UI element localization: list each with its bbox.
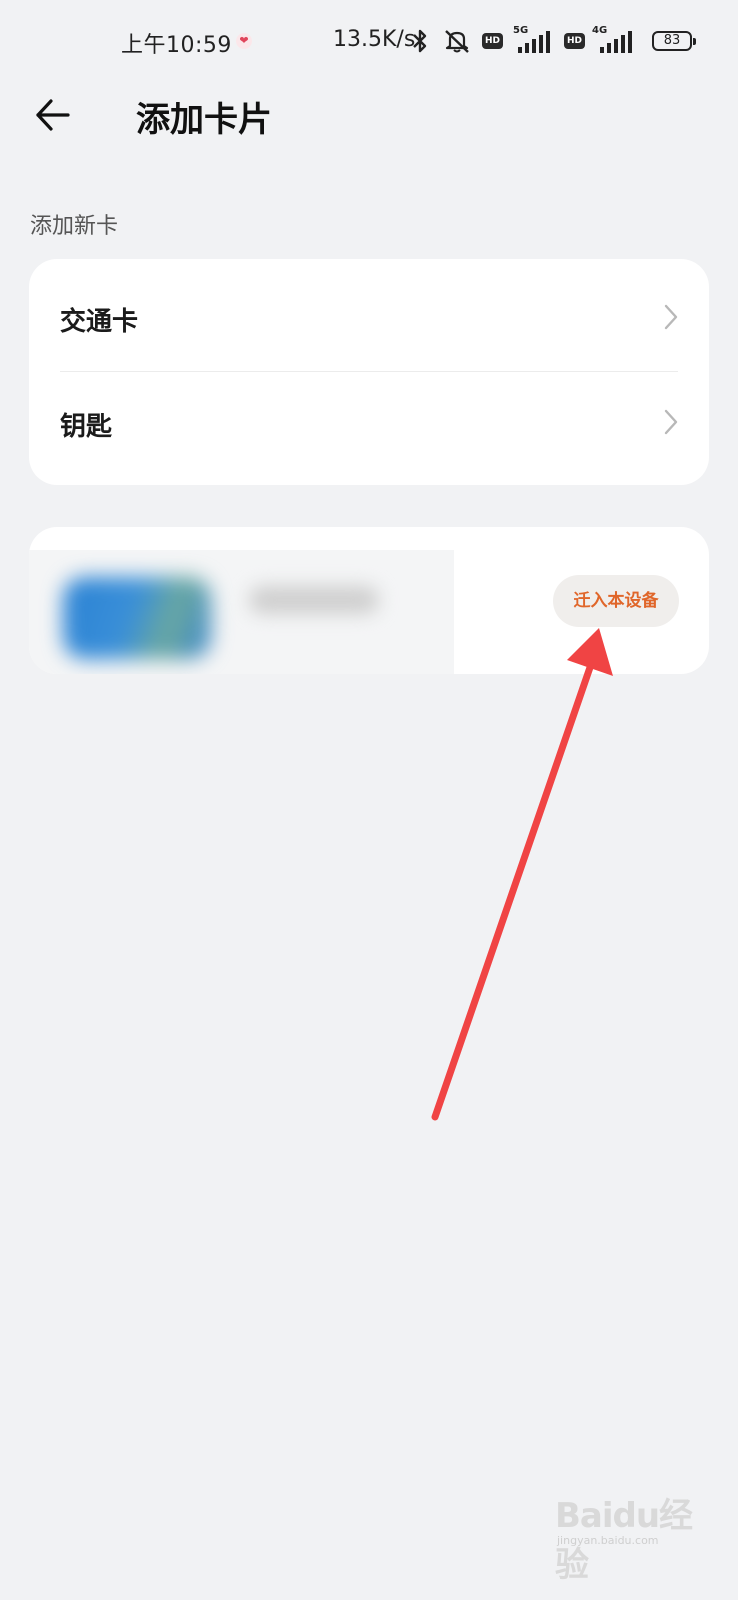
add-card-list: 交通卡 钥匙 [29, 259, 709, 485]
heart-icon: ❤ [236, 33, 252, 49]
migrate-to-device-button[interactable]: 迁入本设备 [553, 575, 679, 627]
watermark-url: jingyan.baidu.com [557, 1534, 659, 1547]
bluetooth-icon [413, 29, 427, 53]
signal-bars-icon [518, 31, 550, 53]
card-name-redacted [249, 586, 379, 614]
signal-bars-icon [600, 31, 632, 53]
battery-icon: 83 [652, 31, 696, 51]
battery-level: 83 [663, 33, 681, 48]
section-label-add-new-card: 添加新卡 [30, 214, 119, 239]
status-time: 上午10:59 [121, 33, 232, 58]
chevron-right-icon [664, 409, 678, 435]
list-item-label: 交通卡 [60, 307, 139, 337]
hd-badge: HD [564, 33, 585, 49]
list-item-transit-card[interactable]: 交通卡 [29, 267, 709, 371]
annotation-arrow [431, 628, 613, 1121]
list-item-label: 钥匙 [60, 412, 113, 442]
status-bar: 上午10:59 ❤ 13.5K/s HD 5G HD 4G 83 [0, 0, 738, 84]
arrow-left-icon[interactable] [34, 96, 72, 134]
hd-badge: HD [482, 33, 503, 49]
chevron-right-icon [664, 304, 678, 330]
page-title: 添加卡片 [136, 100, 272, 140]
list-item-key[interactable]: 钥匙 [29, 372, 709, 476]
card-thumbnail [63, 577, 211, 659]
network-speed: 13.5K/s [333, 27, 416, 52]
blurred-card-region [29, 550, 454, 674]
bell-off-icon [445, 30, 469, 53]
existing-card-item: 迁入本设备 [29, 527, 709, 674]
watermark: Baidu经验 jingyan.baidu.com [555, 1488, 715, 1585]
